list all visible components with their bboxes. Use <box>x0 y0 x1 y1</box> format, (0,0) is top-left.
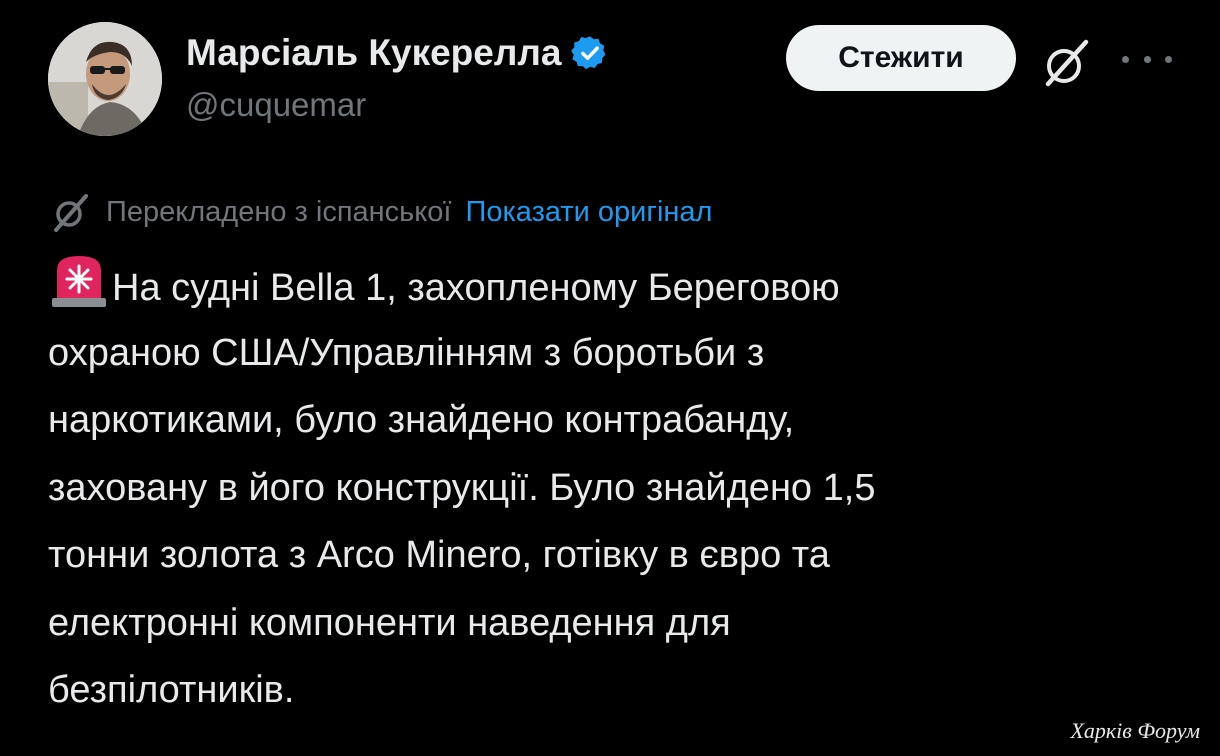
more-dot-icon <box>1122 55 1129 63</box>
author-name[interactable]: Марсіаль Кукерелла <box>186 32 561 74</box>
tweet-text: На судні Bella 1, захопленому Береговою … <box>48 252 1128 725</box>
tweet-text-line: тонни золота з Arco Minero, готівку в єв… <box>48 534 830 576</box>
tweet-text-line: безпілотників. <box>48 669 295 711</box>
more-options-icon[interactable] <box>1122 44 1172 74</box>
translated-from-label: Перекладено з іспанської <box>106 195 452 228</box>
more-dot-icon <box>1143 55 1151 63</box>
translate-icon <box>48 190 94 234</box>
avatar-photo <box>48 22 162 136</box>
tweet-text-line-content: На судні Bella 1, захопленому Береговою <box>112 267 840 309</box>
more-dot-icon <box>1165 55 1172 63</box>
verified-badge-icon <box>571 34 609 72</box>
author-name-row: Марсіаль Кукерелла <box>186 28 609 78</box>
translation-notice: Перекладено з іспанської Показати оригін… <box>48 190 712 234</box>
rotating-light-siren-icon <box>48 252 110 310</box>
grok-icon[interactable] <box>1038 34 1094 90</box>
author-handle[interactable]: @cuquemar <box>186 86 366 124</box>
follow-button[interactable]: Стежити <box>786 25 1016 91</box>
show-original-link[interactable]: Показати оригінал <box>466 196 713 229</box>
tweet-text-line: наркотиками, було знайдено контрабанду, <box>48 399 795 441</box>
watermark: Харків Форум <box>1070 718 1200 743</box>
tweet-text-line: охраною США/Управлінням з боротьби з <box>48 331 765 374</box>
tweet-text-line: електронні компоненти наведення для <box>48 601 731 644</box>
tweet-text-line: На судні Bella 1, захопленому Береговою <box>48 252 1128 320</box>
author-avatar[interactable] <box>48 22 162 136</box>
tweet-text-line: заховану в його конструкції. Було знайде… <box>48 466 876 509</box>
